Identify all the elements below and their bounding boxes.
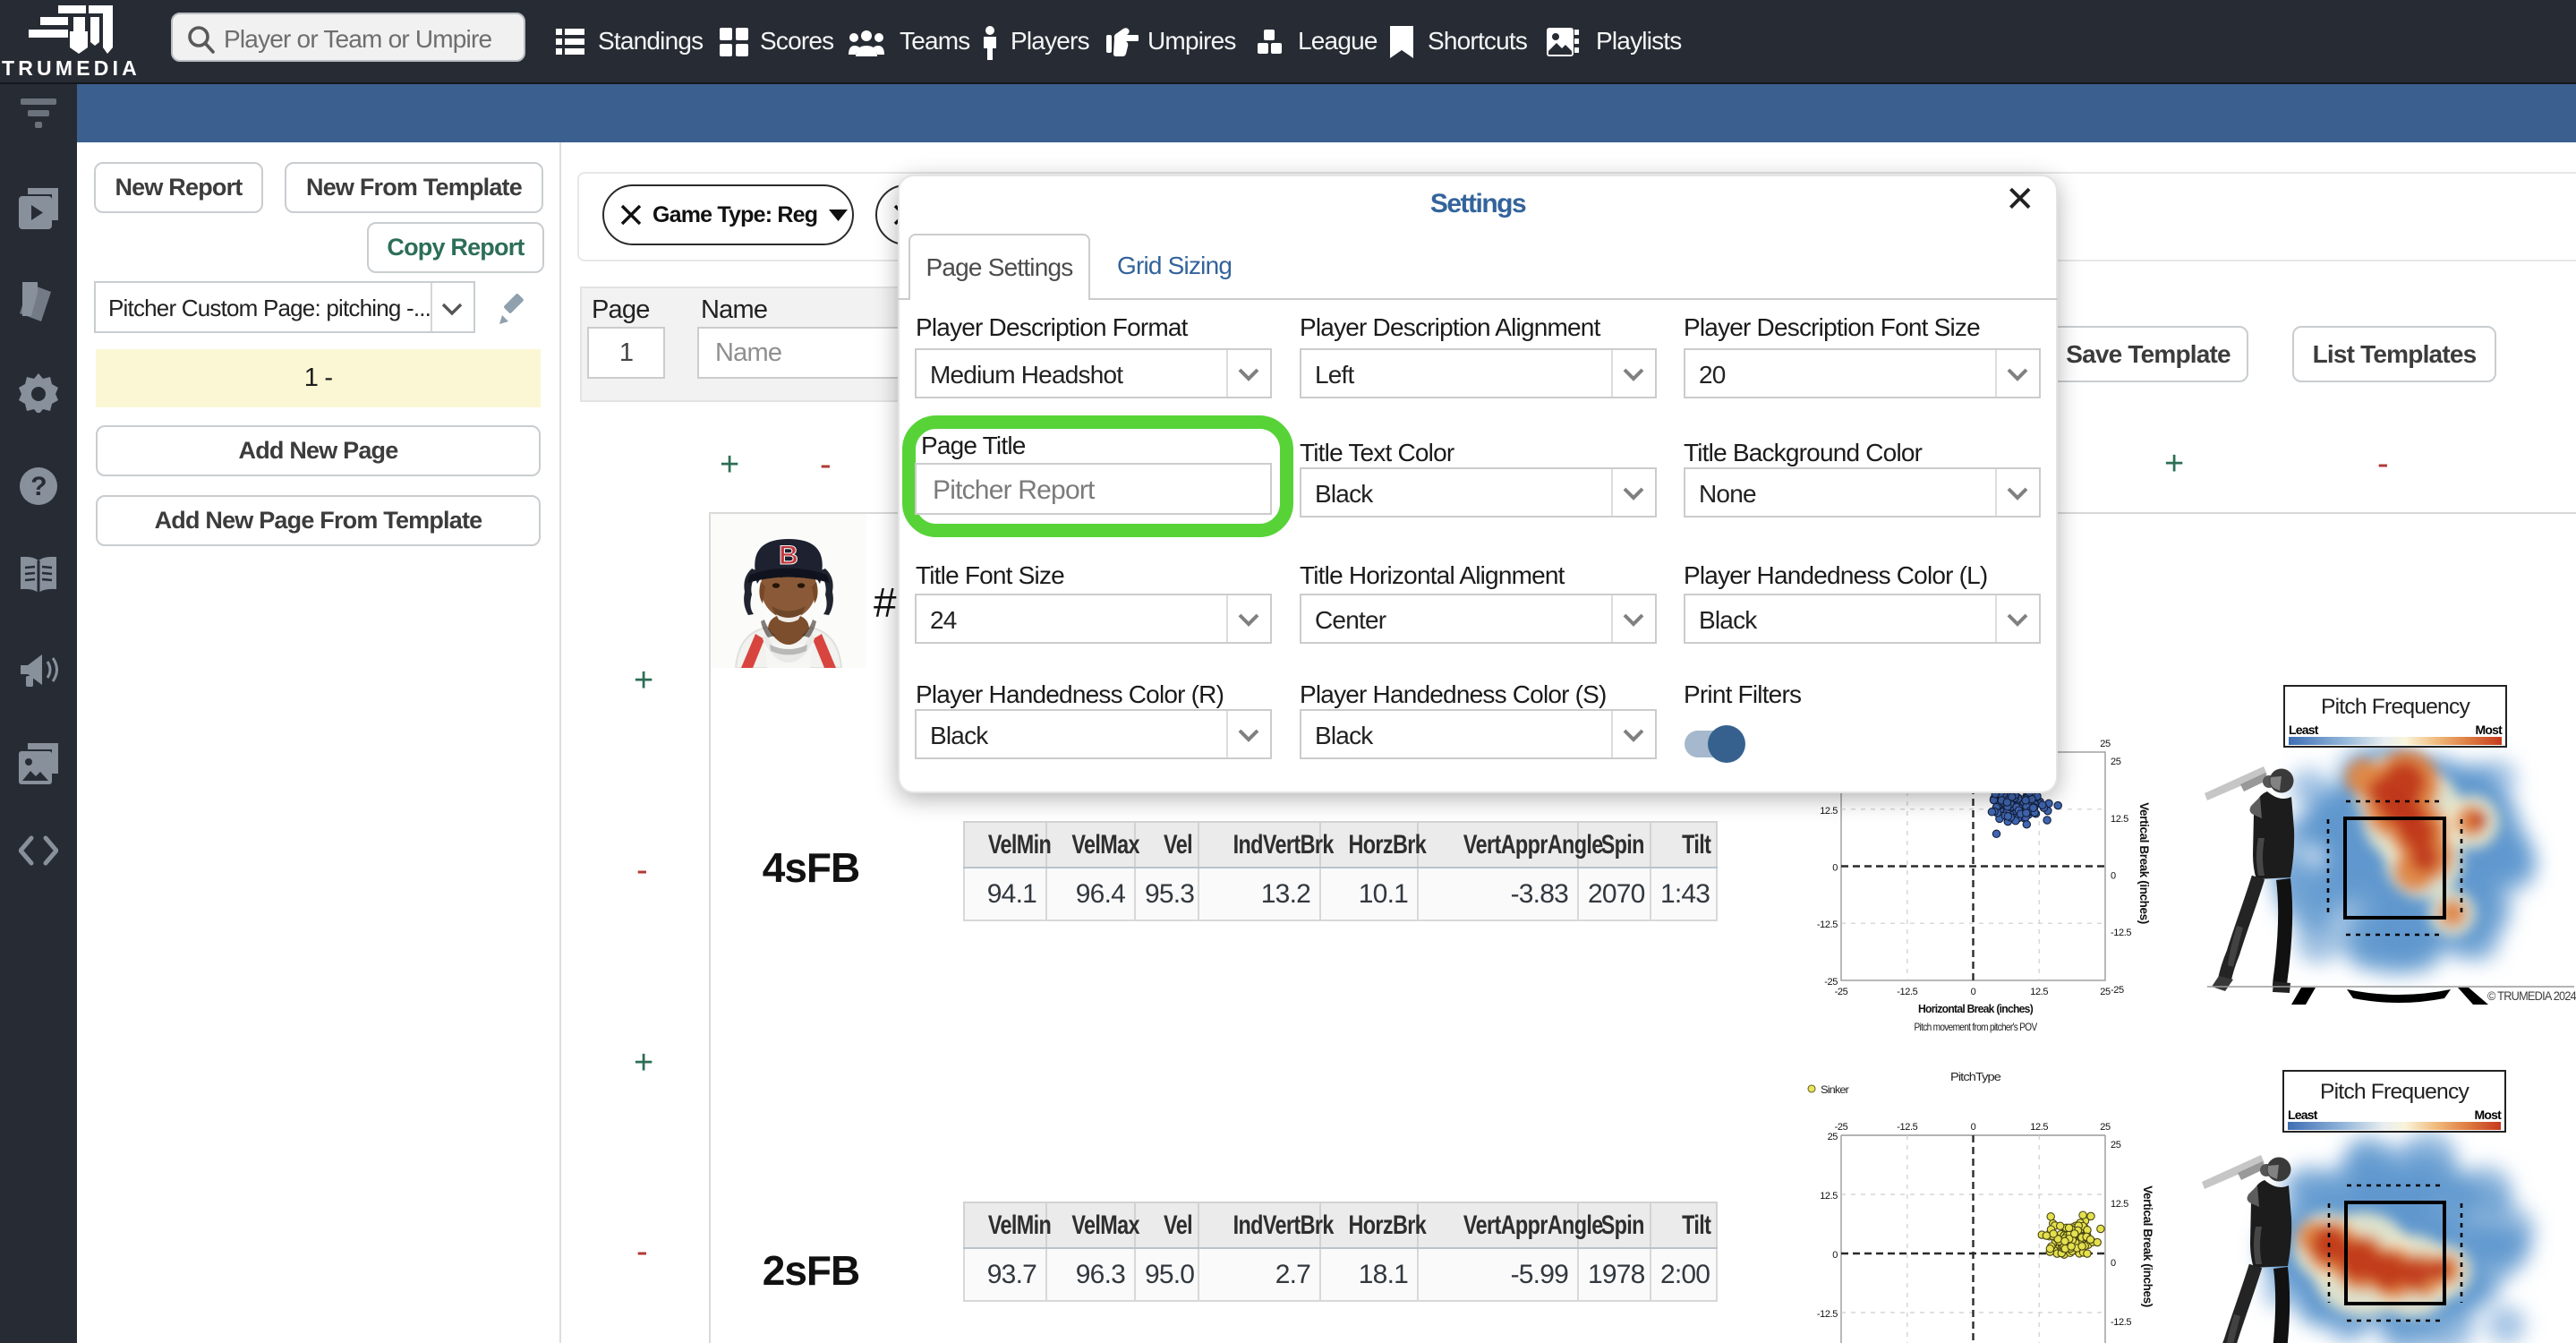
svg-text:0: 0 [1971,1122,1976,1133]
svg-text:Most: Most [2476,723,2503,737]
svg-text:25: 25 [1828,1132,1838,1142]
svg-text:-25: -25 [1835,987,1848,997]
svg-text:0: 0 [1971,987,1976,997]
svg-text:12.5: 12.5 [2030,1122,2048,1133]
svg-text:© TRUMEDIA 2024: © TRUMEDIA 2024 [2487,989,2576,1003]
svg-text:-12.5: -12.5 [1897,1122,1917,1133]
svg-text:Least: Least [2289,723,2319,737]
svg-text:25: 25 [2100,739,2111,749]
svg-text:25: 25 [2111,757,2121,767]
svg-text:PitchType: PitchType [1950,1070,2001,1083]
svg-text:Most: Most [2475,1108,2503,1122]
svg-text:12.5: 12.5 [2030,987,2048,997]
svg-text:Pitch Frequency: Pitch Frequency [2321,695,2470,719]
svg-text:Horizontal Break (inches): Horizontal Break (inches) [1918,1002,2033,1015]
svg-text:25: 25 [2100,1122,2111,1133]
svg-text:-25: -25 [2111,985,2124,996]
svg-text:0: 0 [2111,1258,2116,1269]
svg-text:0: 0 [1832,1250,1838,1261]
svg-text:0: 0 [2111,871,2116,882]
svg-text:Least: Least [2288,1108,2318,1122]
svg-text:TRUMEDIA: TRUMEDIA [2,56,141,80]
svg-text:12.5: 12.5 [2111,1199,2128,1210]
svg-text:Vertical Break (inches): Vertical Break (inches) [2141,1185,2154,1307]
svg-text:Sinker: Sinker [1821,1083,1849,1096]
svg-text:12.5: 12.5 [1820,806,1838,817]
svg-text:Pitch Frequency: Pitch Frequency [2320,1080,2469,1104]
svg-text:-12.5: -12.5 [2111,928,2131,938]
svg-text:?: ? [30,472,47,501]
svg-text:-12.5: -12.5 [2111,1317,2131,1328]
svg-text:12.5: 12.5 [1820,1191,1838,1202]
svg-text:-12.5: -12.5 [1897,987,1917,997]
svg-text:-12.5: -12.5 [1817,1309,1838,1320]
svg-text:0: 0 [1832,863,1838,874]
svg-text:25: 25 [2100,987,2111,997]
svg-text:Vertical Break (inches): Vertical Break (inches) [2137,802,2151,924]
svg-text:-12.5: -12.5 [1817,920,1838,930]
svg-text:Pitch movement from pitcher's: Pitch movement from pitcher's POV [1915,1021,2038,1033]
svg-text:12.5: 12.5 [2111,814,2128,825]
svg-text:B: B [779,541,798,570]
svg-text:25: 25 [2111,1140,2121,1151]
